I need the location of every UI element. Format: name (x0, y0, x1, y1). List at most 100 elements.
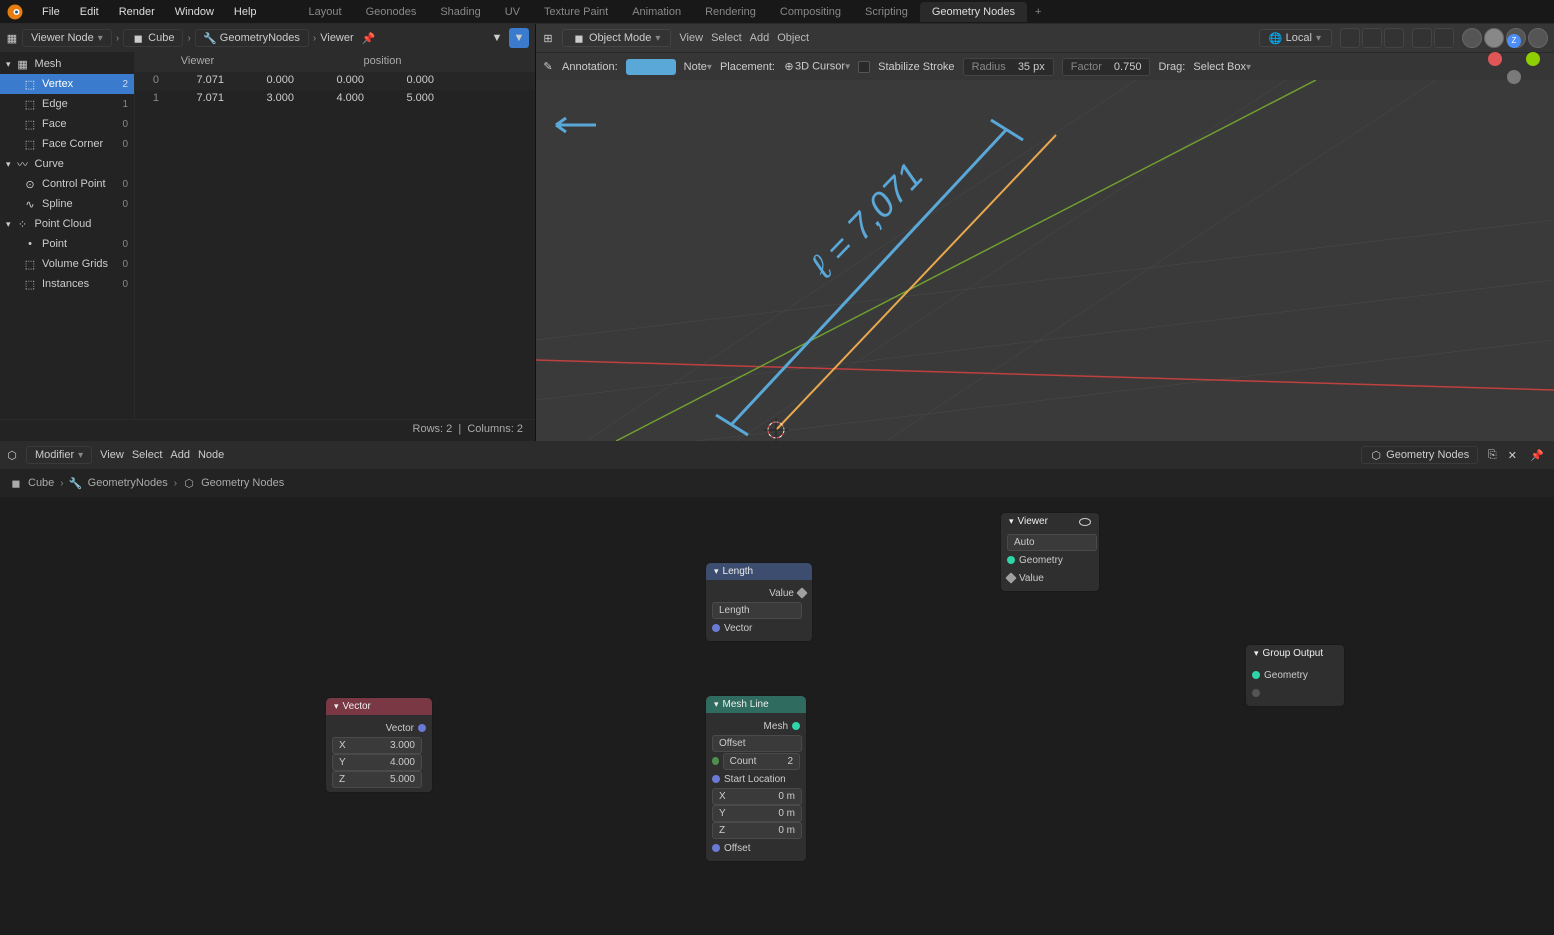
filter-toggle-icon[interactable]: ▼ (509, 28, 529, 48)
3d-viewport[interactable]: ⊞ ◼Object Mode▾ View Select Add Object 🌐… (536, 24, 1554, 441)
ne-mode[interactable]: Modifier▾ (26, 446, 92, 464)
menu-help[interactable]: Help (224, 2, 267, 22)
ne-menu-add[interactable]: Add (170, 449, 190, 461)
filter-selected-icon[interactable]: ▼ (487, 28, 507, 48)
spreadsheet-mode[interactable]: Viewer Node▾ (22, 29, 112, 47)
factor-field[interactable]: Factor0.750 (1062, 58, 1151, 76)
axis-gizmo[interactable]: Z (1484, 34, 1544, 94)
editor-type-icon[interactable]: ▦ (6, 32, 18, 44)
socket-offset-in[interactable] (712, 844, 720, 852)
vector-z-field[interactable]: Z5.000 (332, 771, 422, 788)
ws-geometry-nodes[interactable]: Geometry Nodes (920, 2, 1027, 22)
drag-dropdown[interactable]: Select Box▾ (1193, 61, 1251, 73)
ne-crumb-tree[interactable]: Geometry Nodes (201, 477, 284, 489)
radius-field[interactable]: Radius35 px (963, 58, 1054, 76)
tree-vertex[interactable]: ⬚Vertex2 (0, 74, 134, 94)
length-op-dropdown[interactable]: Length (712, 602, 802, 619)
tree-instances[interactable]: ⬚Instances0 (0, 274, 134, 294)
viewport-canvas[interactable]: ℓ = 7,071 (536, 80, 1554, 441)
menu-file[interactable]: File (32, 2, 70, 22)
start-y-field[interactable]: Y0 m (712, 805, 802, 822)
ws-shading[interactable]: Shading (428, 2, 492, 22)
ne-menu-view[interactable]: View (100, 449, 124, 461)
socket-count-in[interactable] (712, 757, 719, 765)
ne-tree-name[interactable]: ⬡Geometry Nodes (1361, 446, 1478, 464)
mode-dropdown[interactable]: ◼Object Mode▾ (562, 29, 671, 47)
placement-dropdown[interactable]: ⊕3D Cursor▾ (783, 60, 850, 73)
ws-geonodes[interactable]: Geonodes (354, 2, 429, 22)
viewer-mode-dropdown[interactable]: Auto (1007, 534, 1097, 551)
ws-animation[interactable]: Animation (620, 2, 693, 22)
stabilize-checkbox[interactable] (858, 61, 870, 73)
vp-menu-object[interactable]: Object (777, 32, 809, 44)
gizmo-y-icon[interactable] (1526, 52, 1540, 66)
orientation-dropdown[interactable]: 🌐Local▾ (1259, 29, 1332, 47)
annotate-tool-icon[interactable]: ✎ (542, 61, 554, 73)
vp-menu-add[interactable]: Add (750, 32, 770, 44)
annotation-note[interactable]: Note▾ (684, 61, 712, 73)
tree-spline[interactable]: ∿Spline0 (0, 194, 134, 214)
menu-edit[interactable]: Edit (70, 2, 109, 22)
crumb-cube[interactable]: ◼Cube (123, 29, 183, 47)
tree-curve[interactable]: ▾〰Curve (0, 154, 134, 174)
menu-render[interactable]: Render (109, 2, 165, 22)
proportional-icon[interactable] (1384, 28, 1404, 48)
ne-pin-icon[interactable]: 📌 (1526, 449, 1548, 462)
ne-menu-node[interactable]: Node (198, 449, 224, 461)
node-viewer[interactable]: ▾Viewer Auto Geometry Value (1000, 512, 1100, 592)
vector-y-field[interactable]: Y4.000 (332, 754, 422, 771)
tree-point-cloud[interactable]: ▾⁘Point Cloud (0, 214, 134, 234)
ne-menu-select[interactable]: Select (132, 449, 163, 461)
meshline-mode-dropdown[interactable]: Offset (712, 735, 802, 752)
ws-compositing[interactable]: Compositing (768, 2, 853, 22)
socket-geometry-in[interactable] (1007, 556, 1015, 564)
node-mesh-line[interactable]: ▾Mesh Line Mesh Offset Count2 Start Loca… (705, 695, 807, 862)
tree-edge[interactable]: ⬚Edge1 (0, 94, 134, 114)
ne-unlink-icon[interactable]: ✕ (1506, 449, 1518, 461)
eye-icon[interactable] (1079, 518, 1091, 526)
shading-wireframe-icon[interactable] (1462, 28, 1482, 48)
tree-point[interactable]: •Point0 (0, 234, 134, 254)
ne-crumb-gn[interactable]: GeometryNodes (88, 477, 168, 489)
gizmo-z-icon[interactable]: Z (1507, 34, 1521, 48)
ne-new-icon[interactable]: ⎘ (1486, 449, 1498, 461)
socket-vector-in[interactable] (712, 624, 720, 632)
socket-value-out[interactable] (796, 587, 807, 598)
ws-scripting[interactable]: Scripting (853, 2, 920, 22)
vp-menu-view[interactable]: View (679, 32, 703, 44)
vector-x-field[interactable]: X3.000 (332, 737, 422, 754)
col-viewer[interactable]: Viewer (165, 52, 230, 72)
ws-add-button[interactable]: + (1027, 2, 1049, 22)
pin-icon[interactable]: 📌 (358, 32, 380, 45)
start-z-field[interactable]: Z0 m (712, 822, 802, 839)
socket-value-in[interactable] (1005, 572, 1016, 583)
tree-face-corner[interactable]: ⬚Face Corner0 (0, 134, 134, 154)
editor-type-icon[interactable]: ⬡ (6, 449, 18, 461)
socket-empty-in[interactable] (1252, 689, 1260, 697)
start-x-field[interactable]: X0 m (712, 788, 802, 805)
tree-face[interactable]: ⬚Face0 (0, 114, 134, 134)
count-field[interactable]: Count2 (723, 753, 800, 770)
crumb-gn[interactable]: 🔧GeometryNodes (195, 29, 309, 47)
tree-control-point[interactable]: ⊙Control Point0 (0, 174, 134, 194)
node-vector[interactable]: ▾Vector Vector X3.000 Y4.000 Z5.000 (325, 697, 433, 793)
menu-window[interactable]: Window (165, 2, 224, 22)
annotation-color[interactable] (626, 59, 676, 75)
socket-start-in[interactable] (712, 775, 720, 783)
tree-volume-grids[interactable]: ⬚Volume Grids0 (0, 254, 134, 274)
crumb-viewer[interactable]: Viewer (320, 32, 353, 44)
ws-layout[interactable]: Layout (297, 2, 354, 22)
ne-crumb-cube[interactable]: Cube (28, 477, 54, 489)
overlay-icon[interactable] (1412, 28, 1432, 48)
gizmo-neg-icon[interactable] (1507, 70, 1521, 84)
snap-icon[interactable] (1362, 28, 1382, 48)
xray-icon[interactable] (1434, 28, 1454, 48)
ws-uv[interactable]: UV (493, 2, 532, 22)
gizmo-x-icon[interactable] (1488, 52, 1502, 66)
socket-mesh-out[interactable] (792, 722, 800, 730)
ws-texture-paint[interactable]: Texture Paint (532, 2, 620, 22)
editor-type-icon[interactable]: ⊞ (542, 32, 554, 44)
col-position[interactable]: position (230, 52, 535, 72)
node-canvas[interactable]: ▾Vector Vector X3.000 Y4.000 Z5.000 ▾Len… (0, 497, 1554, 935)
socket-geometry-in[interactable] (1252, 671, 1260, 679)
